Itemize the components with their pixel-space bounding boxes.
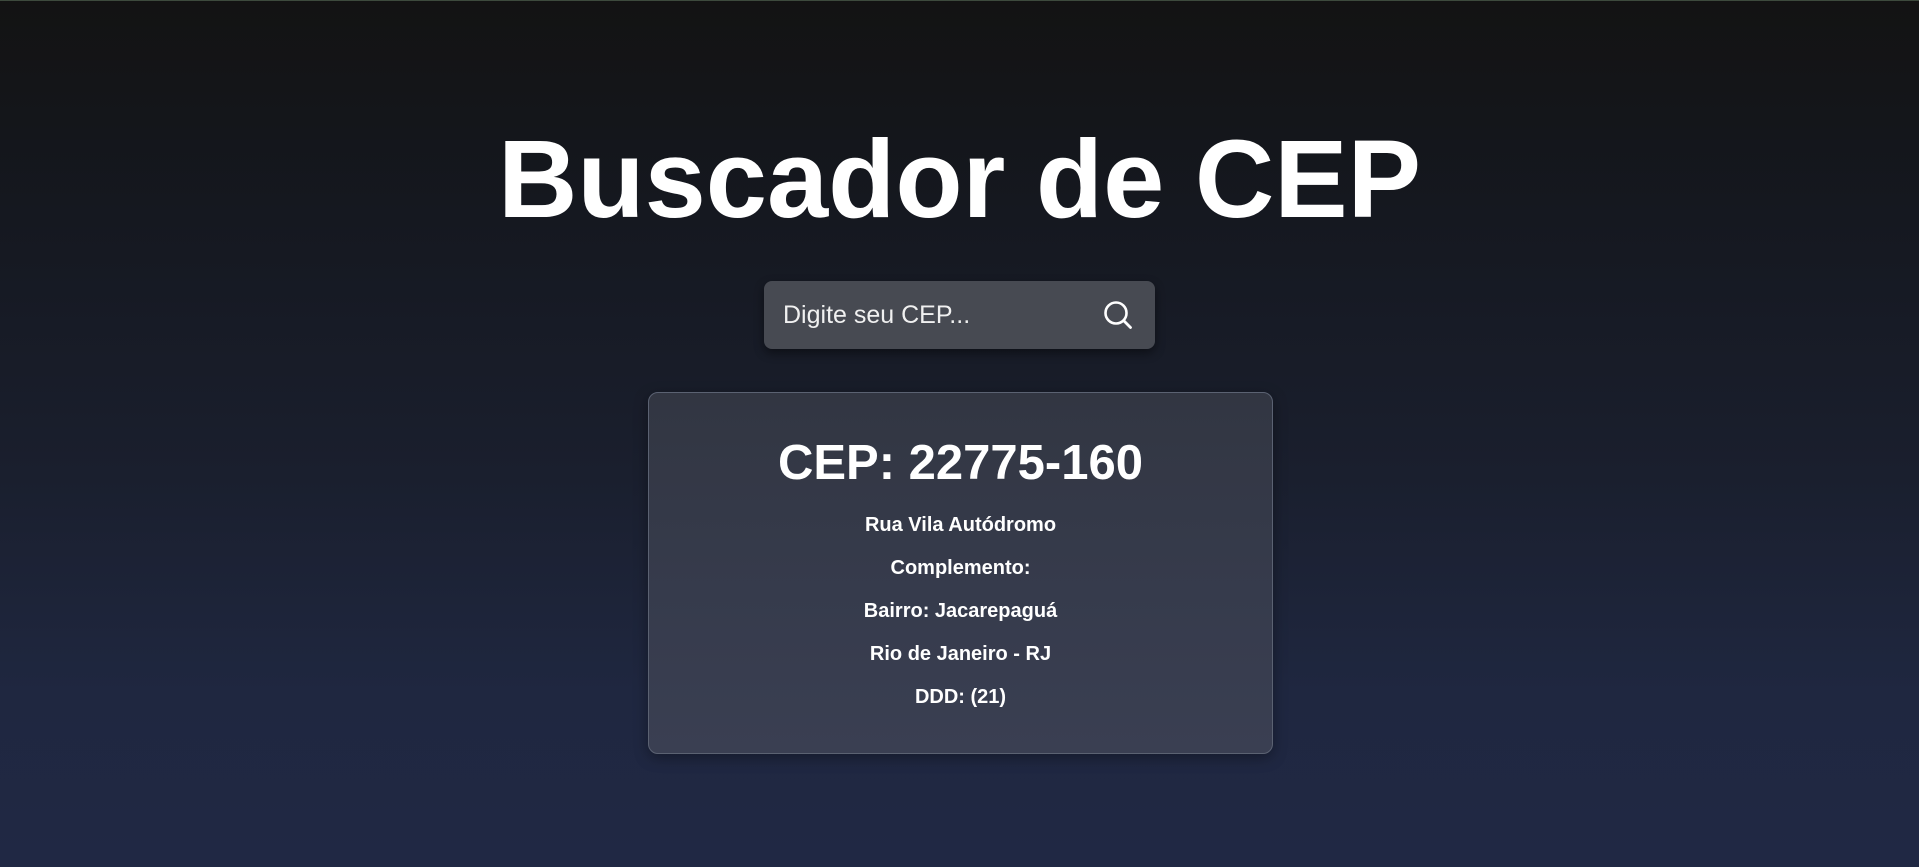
street-text: Rua Vila Autódromo <box>864 514 1057 536</box>
top-border-line <box>0 0 1919 1</box>
cep-search-input[interactable] <box>764 281 1094 349</box>
search-button[interactable] <box>1099 296 1137 334</box>
ddd-text: DDD: (21) <box>914 686 1007 708</box>
page-title: Buscador de CEP <box>497 118 1422 241</box>
complement-text: Complemento: <box>890 557 1031 579</box>
neighborhood-text: Bairro: Jacarepaguá <box>863 600 1058 622</box>
search-icon <box>1104 301 1132 329</box>
search-box <box>764 281 1155 349</box>
result-card: CEP: 22775-160 Rua Vila Autódromo Comple… <box>648 392 1273 754</box>
city-state-text: Rio de Janeiro - RJ <box>869 643 1052 665</box>
cep-result-title: CEP: 22775-160 <box>777 436 1143 490</box>
